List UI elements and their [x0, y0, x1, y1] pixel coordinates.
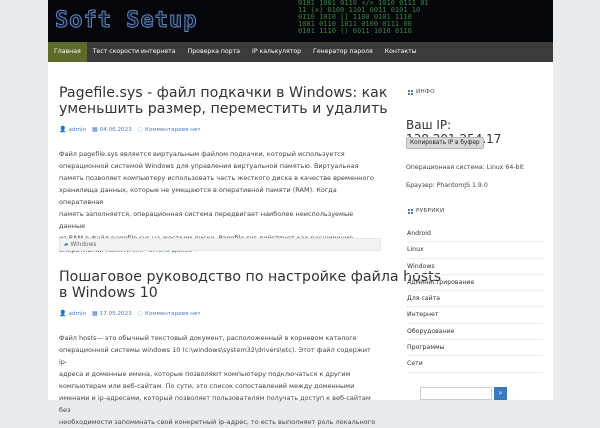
- nav-ip-calculator[interactable]: IP калькулятор: [246, 42, 307, 62]
- browser-info: Браузер: PhantomJS 1.9.0: [406, 182, 488, 189]
- excerpt-line: Файл hosts— это обычный текстовый докуме…: [59, 334, 357, 342]
- info-title-text: ИНФО: [416, 89, 435, 95]
- post-meta: 👤 admin ▦ 04.06.2023 ◌ Комментариев нет: [59, 126, 201, 133]
- excerpt-line: адреса и доменные имена, которые позволя…: [59, 370, 351, 378]
- main-content: Pagefile.sys - файл подкачки в Windows: …: [48, 62, 553, 426]
- rubric-internet[interactable]: Интернет: [407, 307, 543, 324]
- rubric-android[interactable]: Android: [407, 226, 543, 243]
- grid-icon: [408, 89, 413, 95]
- excerpt-line: память позволяет компьютеру использовать…: [59, 174, 374, 182]
- post-title-line[interactable]: уменьшить размер, переместить и удалить: [59, 101, 388, 117]
- post-title[interactable]: Пошаговое руководство по настройке файла…: [59, 269, 441, 301]
- post-title-line[interactable]: Пошаговое руководство по настройке файла…: [59, 269, 441, 285]
- rubrics-title-text: РУБРИКИ: [416, 208, 445, 214]
- post-title-line[interactable]: в Windows 10: [59, 285, 441, 301]
- excerpt-line: хранилища данных, которые не умещаются в…: [59, 186, 337, 206]
- site-logo[interactable]: Soft Setup: [54, 8, 197, 34]
- rubric-for-site[interactable]: Для сайта: [407, 291, 543, 308]
- post-author[interactable]: admin: [68, 311, 86, 317]
- post-title[interactable]: Pagefile.sys - файл подкачки в Windows: …: [59, 85, 388, 117]
- nav-password-generator[interactable]: Генератор пароля: [307, 42, 379, 62]
- rubric-programs[interactable]: Программы: [407, 340, 543, 357]
- excerpt-line: именами и ip-адресами, который позволяет…: [59, 394, 371, 414]
- header-code-decoration: 0101 1001 0110 </> 1010 0111 01 11 {x} 0…: [298, 0, 429, 35]
- search-input[interactable]: [420, 387, 492, 400]
- calendar-icon: ▦: [92, 310, 98, 317]
- user-icon: 👤: [59, 310, 67, 317]
- comment-icon: ◌: [137, 310, 143, 317]
- rubrics-widget-title: РУБРИКИ: [408, 208, 444, 214]
- post-title-line[interactable]: Pagefile.sys - файл подкачки в Windows: …: [59, 85, 388, 101]
- rubric-admin[interactable]: Администрирование: [407, 275, 543, 292]
- rubric-windows[interactable]: Windows: [407, 259, 543, 275]
- nav-port-check[interactable]: Проверка порта: [182, 42, 246, 62]
- post-comments[interactable]: Комментариев нет: [145, 127, 201, 133]
- nav-speed-test[interactable]: Тест скорости интернета: [87, 42, 182, 62]
- excerpt-line: операционной системой Windows для управл…: [59, 162, 359, 170]
- calendar-icon: ▦: [92, 126, 98, 133]
- main-nav: Главная Тест скорости интернета Проверка…: [48, 42, 553, 62]
- post-date[interactable]: 17.05.2023: [100, 311, 132, 317]
- excerpt-line: память заполняется, операционная система…: [59, 210, 354, 230]
- os-info: Операционная система: Linux 64-bit: [406, 164, 524, 171]
- search-icon[interactable]: ⌕: [494, 387, 507, 400]
- post-category[interactable]: Windows: [70, 242, 96, 248]
- post-date[interactable]: 04.06.2023: [100, 127, 132, 133]
- rubric-hardware[interactable]: Оборудование: [407, 324, 543, 341]
- nav-home[interactable]: Главная: [48, 42, 87, 62]
- folder-icon: ▰: [64, 242, 69, 248]
- nav-contacts[interactable]: Контакты: [379, 42, 423, 62]
- user-icon: 👤: [59, 126, 67, 133]
- excerpt-line: операционной системы windows 10 (c:\wind…: [59, 346, 371, 366]
- post-comments[interactable]: Комментариев нет: [145, 311, 201, 317]
- excerpt-line: необходимости запоминать свой конкретный…: [59, 418, 376, 426]
- post-meta: 👤 admin ▦ 17.05.2023 ◌ Комментариев нет: [59, 310, 201, 317]
- excerpt-line: компьютерам или веб-сайтам. По сути, это…: [59, 382, 355, 390]
- post-category-bar: ▰ Windows: [59, 238, 381, 251]
- excerpt-line: Файл pagefile.sys является виртуальным ф…: [59, 150, 345, 158]
- rubrics-list: Android Linux Windows Администрирование …: [407, 226, 543, 373]
- rubric-linux[interactable]: Linux: [407, 242, 543, 259]
- grid-icon: [408, 208, 413, 214]
- copy-ip-button[interactable]: Копировать IP в буфер: [406, 137, 484, 149]
- post-excerpt: Файл hosts— это обычный текстовый докуме…: [59, 332, 381, 428]
- comment-icon: ◌: [137, 126, 143, 133]
- rubric-networks[interactable]: Сети: [407, 356, 543, 373]
- site-header: Soft Setup 0101 1001 0110 </> 1010 0111 …: [48, 0, 553, 42]
- info-widget-title: ИНФО: [408, 89, 435, 95]
- post-author[interactable]: admin: [68, 127, 86, 133]
